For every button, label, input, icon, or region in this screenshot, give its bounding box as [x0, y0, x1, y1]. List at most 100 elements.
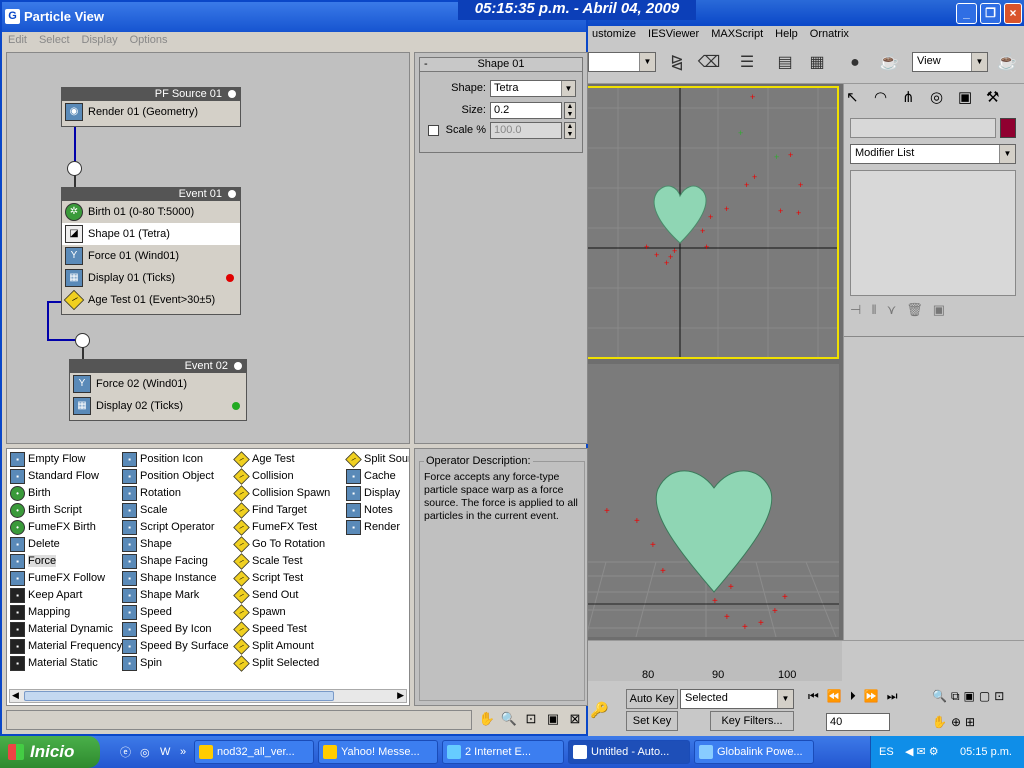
- render-view-dropdown[interactable]: View ▼: [912, 52, 988, 72]
- language-indicator[interactable]: ES: [879, 736, 894, 768]
- auto-key-button[interactable]: Auto Key: [626, 689, 678, 709]
- material-editor-icon[interactable]: ●: [842, 50, 868, 76]
- depot-item[interactable]: / Collision: [233, 468, 345, 485]
- depot-item[interactable]: ▪ Render: [345, 519, 409, 536]
- depot-item[interactable]: / Script Test: [233, 570, 345, 587]
- zoom-icon[interactable]: 🔍: [932, 689, 947, 711]
- object-color-swatch[interactable]: [1000, 118, 1016, 138]
- depot-item[interactable]: ▪ Script Operator: [121, 519, 233, 536]
- depot-item[interactable]: / Send Out: [233, 587, 345, 604]
- menu-iesviewer[interactable]: IESViewer: [642, 26, 705, 44]
- depot-item[interactable]: ▪ Scale: [121, 502, 233, 519]
- no-zoom-icon[interactable]: ⊠: [566, 710, 584, 728]
- zoom-extents-icon[interactable]: ▣: [544, 710, 562, 728]
- selection-filter-dropdown[interactable]: ▼: [588, 52, 656, 72]
- minimize-button[interactable]: _: [956, 3, 977, 24]
- event-input-socket[interactable]: [67, 161, 82, 176]
- display-tab-icon[interactable]: ▣: [958, 88, 982, 112]
- pf-source-node[interactable]: PF Source 01 ◉ Render 01 (Geometry): [61, 87, 241, 127]
- depot-item[interactable]: ▪ Spin: [121, 655, 233, 672]
- depot-item[interactable]: ▪ Shape Facing: [121, 553, 233, 570]
- key-icon[interactable]: 🔑: [590, 701, 609, 719]
- prev-frame-icon[interactable]: ⏪: [827, 689, 842, 709]
- teapot-render-icon[interactable]: ☕: [994, 50, 1020, 76]
- size-spinner[interactable]: ▲ ▼: [564, 102, 576, 119]
- zoom-region-icon[interactable]: ⊡: [522, 710, 540, 728]
- depot-item[interactable]: ▪ Position Icon: [121, 451, 233, 468]
- operator-display[interactable]: ▦ Display 02 (Ticks): [70, 395, 246, 417]
- hierarchy-tab-icon[interactable]: ⋔: [902, 88, 926, 112]
- go-to-end-icon[interactable]: ⏭: [887, 689, 898, 709]
- modifier-list-dropdown[interactable]: Modifier List ▼: [850, 144, 1016, 164]
- key-filters-button[interactable]: Key Filters...: [710, 711, 794, 731]
- operator-birth[interactable]: ✲ Birth 01 (0-80 T:5000): [62, 201, 240, 223]
- depot-item[interactable]: / Scale Test: [233, 553, 345, 570]
- scale-field[interactable]: 100.0: [490, 122, 562, 139]
- time-ruler[interactable]: 80 90 100: [586, 641, 842, 681]
- menu-edit[interactable]: Edit: [2, 32, 33, 50]
- perspective-viewport[interactable]: + + + + + + + + + + +: [586, 364, 839, 637]
- task-folder[interactable]: nod32_all_ver...: [194, 740, 314, 764]
- motion-tab-icon[interactable]: ◎: [930, 88, 954, 112]
- zoom-extents-all-icon[interactable]: ▢: [979, 689, 990, 711]
- event-01-node[interactable]: Event 01 ✲ Birth 01 (0-80 T:5000) ◪ Shape …: [61, 187, 241, 315]
- menu-ornatrix[interactable]: Ornatrix: [804, 26, 855, 44]
- scroll-left-icon[interactable]: ◀: [12, 690, 19, 701]
- size-field[interactable]: 0.2: [490, 102, 562, 119]
- start-button[interactable]: Inicio: [0, 736, 100, 768]
- depot-item[interactable]: ▪ Notes: [345, 502, 409, 519]
- restore-button[interactable]: ❐: [980, 3, 1001, 24]
- task-globalink[interactable]: Globalink Powe...: [694, 740, 814, 764]
- operator-age-test[interactable]: / Age Test 01 (Event>30±5): [62, 289, 240, 311]
- depot-item[interactable]: ▪ Empty Flow: [9, 451, 121, 468]
- operator-force[interactable]: Y Force 01 (Wind01): [62, 245, 240, 267]
- depot-item[interactable]: / Speed Test: [233, 621, 345, 638]
- depot-item[interactable]: / Split Amount: [233, 638, 345, 655]
- eraser-icon[interactable]: ⌫: [696, 50, 722, 76]
- depot-item[interactable]: / Find Target: [233, 502, 345, 519]
- menu-select[interactable]: Select: [33, 32, 76, 50]
- menu-options[interactable]: Options: [124, 32, 174, 50]
- ie-quicklaunch-icon[interactable]: ⓔ: [120, 744, 140, 760]
- tray-icons[interactable]: ◀ ✉ ⚙: [905, 736, 939, 768]
- go-to-start-icon[interactable]: ⏮: [808, 689, 819, 709]
- mirror-icon[interactable]: ⧎: [664, 50, 690, 76]
- depot-item[interactable]: ▪ Display: [345, 485, 409, 502]
- zoom-all-icon[interactable]: ⧉: [951, 689, 960, 711]
- scroll-right-icon[interactable]: ▶: [397, 690, 404, 701]
- menu-maxscript[interactable]: MAXScript: [705, 26, 769, 44]
- create-tab-icon[interactable]: ↖: [846, 88, 870, 112]
- menu-help[interactable]: Help: [769, 26, 804, 44]
- pan-icon[interactable]: ✋: [932, 715, 947, 736]
- depot-item[interactable]: ▪ Standard Flow: [9, 468, 121, 485]
- orbit-icon[interactable]: ⊕: [951, 715, 961, 736]
- modifier-stack[interactable]: [850, 170, 1016, 296]
- menu-customize[interactable]: ustomize: [586, 26, 642, 44]
- close-button[interactable]: ×: [1004, 3, 1022, 24]
- depot-item[interactable]: ▪ Material Dynamic: [9, 621, 121, 638]
- event-02-node[interactable]: Event 02 Y Force 02 (Wind01) ▦ Display 02 …: [69, 359, 247, 421]
- depot-item[interactable]: ▪ Cache: [345, 468, 409, 485]
- depot-item[interactable]: • Birth Script: [9, 502, 121, 519]
- operator-shape[interactable]: ◪ Shape 01 (Tetra): [62, 223, 240, 245]
- operator-force[interactable]: Y Force 02 (Wind01): [70, 373, 246, 395]
- depot-item[interactable]: ▪ Material Frequency: [9, 638, 122, 655]
- maximize-viewport-icon[interactable]: ⊞: [965, 715, 975, 736]
- pan-icon[interactable]: ✋: [478, 710, 496, 728]
- zoom-icon[interactable]: 🔍: [500, 710, 518, 728]
- depot-item[interactable]: • Birth: [9, 485, 121, 502]
- current-frame-field[interactable]: 40: [826, 713, 890, 731]
- scrollbar-thumb[interactable]: [24, 691, 334, 701]
- curve-editor-icon[interactable]: ▤: [772, 50, 798, 76]
- play-icon[interactable]: ⏵: [850, 689, 856, 709]
- remove-modifier-icon[interactable]: 🗑: [906, 302, 923, 324]
- configure-sets-icon[interactable]: ▣: [933, 302, 945, 324]
- depot-item[interactable]: ▪ Shape Mark: [121, 587, 233, 604]
- depot-item[interactable]: ▪ Material Static: [9, 655, 121, 672]
- rollout-header[interactable]: - Shape 01: [420, 58, 582, 72]
- schematic-icon[interactable]: ▦: [804, 50, 830, 76]
- key-selection-dropdown[interactable]: Selected ▼: [680, 689, 794, 709]
- top-viewport[interactable]: + + + + + + + + + + + + + + + + + +: [586, 86, 839, 359]
- depot-item[interactable]: / Age Test: [233, 451, 345, 468]
- depot-item[interactable]: / Go To Rotation: [233, 536, 345, 553]
